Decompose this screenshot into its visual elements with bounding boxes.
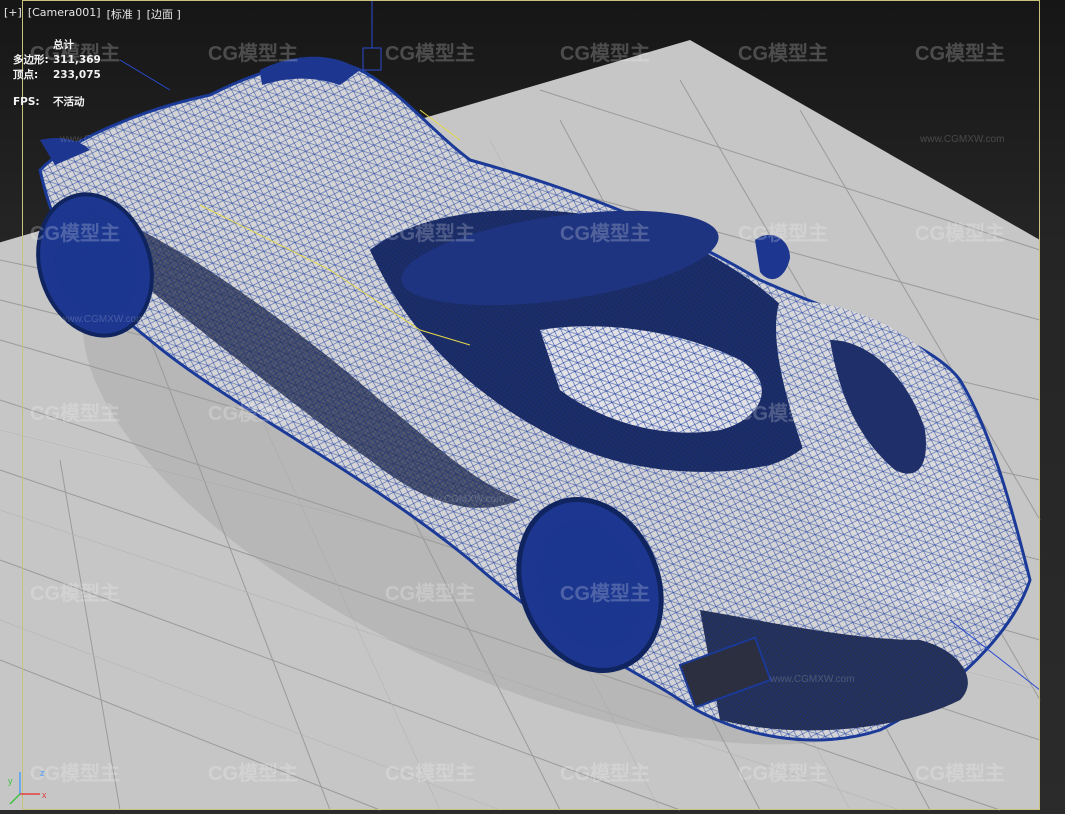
watermark-logo: CG模型主 bbox=[560, 581, 650, 605]
3d-viewport[interactable]: CG模型主 CG模型主 CG模型主 CG模型主 CG模型主 CG模型主 CG模型… bbox=[0, 0, 1065, 814]
watermark-logo: CG模型主 bbox=[738, 221, 828, 245]
watermark-logo: CG模型主 bbox=[915, 581, 1005, 605]
scene-canvas: CG模型主 CG模型主 CG模型主 CG模型主 CG模型主 CG模型主 CG模型… bbox=[0, 0, 1041, 811]
watermark-logo: CG模型主 bbox=[560, 761, 650, 785]
watermark-logo: CG模型主 bbox=[208, 761, 298, 785]
watermark-logo: CG模型主 bbox=[385, 581, 475, 605]
verts-label: 顶点: bbox=[13, 69, 39, 81]
viewport-shading-menu[interactable]: [标准 ] bbox=[107, 6, 141, 22]
watermark-logo: CG模型主 bbox=[560, 221, 650, 245]
watermark-url: www.CGMXW.com bbox=[239, 134, 324, 145]
viewport-camera-menu[interactable]: [Camera001] bbox=[28, 6, 101, 22]
watermark-logo: CG模型主 bbox=[915, 761, 1005, 785]
watermark-url: www.CGMXW.com bbox=[419, 494, 504, 505]
watermark-logo: CG模型主 bbox=[385, 41, 475, 65]
watermark-url: www.CGMXW.com bbox=[769, 674, 854, 685]
watermark-logo: CG模型主 bbox=[208, 41, 298, 65]
viewport-display-mode-menu[interactable]: [边面 ] bbox=[147, 6, 181, 22]
watermark-logo: CG模型主 bbox=[30, 221, 120, 245]
watermark-url: www.CGMXW.com bbox=[59, 134, 144, 145]
watermark-logo: CG模型主 bbox=[915, 221, 1005, 245]
axis-y-label: y bbox=[8, 776, 13, 786]
watermark-logo: CG模型主 bbox=[385, 221, 475, 245]
watermark-logo: CG模型主 bbox=[738, 401, 828, 425]
watermark-logo: CG模型主 bbox=[385, 761, 475, 785]
polys-label: 多边形: bbox=[13, 54, 49, 66]
watermark-logo: CG模型主 bbox=[738, 761, 828, 785]
watermark-url: www.CGMXW.com bbox=[59, 314, 144, 325]
stats-header: 总计 bbox=[53, 39, 74, 51]
fps-label: FPS: bbox=[13, 96, 40, 108]
watermark-logo: CG模型主 bbox=[208, 401, 298, 425]
watermark-logo: CG模型主 bbox=[915, 41, 1005, 65]
fps-value: 不活动 bbox=[53, 96, 85, 108]
axis-tripod-icon: z x y bbox=[8, 768, 47, 805]
viewport-plus-menu[interactable]: [+] bbox=[4, 6, 22, 22]
watermark-logo: CG模型主 bbox=[30, 581, 120, 605]
watermark-url: www.CGMXW.com bbox=[919, 134, 1004, 145]
verts-value: 233,075 bbox=[53, 69, 101, 81]
axis-x-label: x bbox=[42, 790, 47, 800]
watermark-logo: CG模型主 bbox=[560, 41, 650, 65]
watermark-logo: CG模型主 bbox=[30, 401, 120, 425]
viewport-label-menu: [+] [Camera001] [标准 ] [边面 ] bbox=[4, 6, 181, 22]
axis-z-label: z bbox=[40, 768, 45, 778]
scene-statistics: 总计 多边形: 311,369 顶点: 233,075 FPS: 不活动 bbox=[13, 38, 101, 110]
watermark-logo: CG模型主 bbox=[738, 41, 828, 65]
polys-value: 311,369 bbox=[53, 54, 101, 66]
